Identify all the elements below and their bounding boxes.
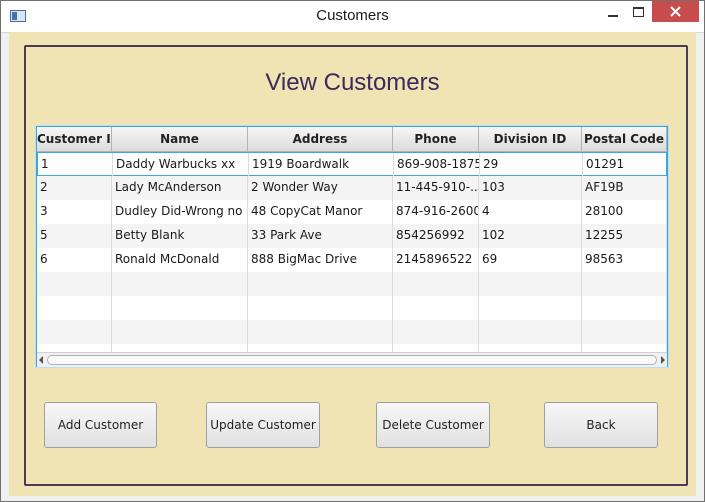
content-pane: View Customers Customer ID Name Address … xyxy=(9,32,696,496)
table-row[interactable]: 3 Dudley Did-Wrong no 48 CopyCat Manor 8… xyxy=(37,200,667,224)
title-bar[interactable]: Customers xyxy=(1,1,704,33)
back-button[interactable]: Back xyxy=(544,402,658,448)
cell-postal-code: 28100 xyxy=(582,200,667,224)
cell-phone: 869-908-1875 xyxy=(394,153,480,177)
cell-name: Dudley Did-Wrong no xyxy=(112,200,248,224)
scroll-right-icon[interactable] xyxy=(661,356,665,364)
cell-address: 33 Park Ave xyxy=(248,224,393,248)
maximize-icon[interactable] xyxy=(622,1,656,25)
delete-customer-button[interactable]: Delete Customer xyxy=(376,402,490,448)
cell-customer-id: 6 xyxy=(37,248,112,272)
cell-division-id: 4 xyxy=(479,200,582,224)
close-icon[interactable] xyxy=(652,1,699,22)
scrollbar-thumb[interactable] xyxy=(47,355,657,365)
scroll-left-icon[interactable] xyxy=(39,356,43,364)
table-row[interactable]: 1 Daddy Warbucks xx 1919 Boardwalk 869-9… xyxy=(37,152,667,177)
table-row[interactable]: 5 Betty Blank 33 Park Ave 854256992 102 … xyxy=(37,224,667,248)
customers-table[interactable]: Customer ID Name Address Phone Division … xyxy=(36,126,668,367)
cell-name: Daddy Warbucks xx xyxy=(113,153,249,177)
cell-division-id: 29 xyxy=(480,153,583,177)
cell-division-id: 69 xyxy=(479,248,582,272)
cell-postal-code: 12255 xyxy=(582,224,667,248)
table-row[interactable]: 6 Ronald McDonald 888 BigMac Drive 21458… xyxy=(37,248,667,272)
cell-postal-code: 98563 xyxy=(582,248,667,272)
cell-address: 48 CopyCat Manor xyxy=(248,200,393,224)
column-header-phone[interactable]: Phone xyxy=(393,127,479,151)
column-header-address[interactable]: Address xyxy=(248,127,393,151)
empty-row xyxy=(37,272,667,296)
column-header-name[interactable]: Name xyxy=(112,127,248,151)
cell-division-id: 103 xyxy=(479,176,582,200)
cell-name: Ronald McDonald xyxy=(112,248,248,272)
cell-customer-id: 1 xyxy=(38,153,113,177)
column-header-division-id[interactable]: Division ID xyxy=(479,127,582,151)
page-title: View Customers xyxy=(265,69,440,96)
cell-address: 2 Wonder Way xyxy=(248,176,393,200)
table-header: Customer ID Name Address Phone Division … xyxy=(37,127,667,152)
cell-customer-id: 3 xyxy=(37,200,112,224)
cell-phone: 854256992 xyxy=(393,224,479,248)
cell-division-id: 102 xyxy=(479,224,582,248)
cell-name: Lady McAnderson xyxy=(112,176,248,200)
empty-row xyxy=(37,320,667,344)
cell-name: Betty Blank xyxy=(112,224,248,248)
customers-window: Customers View Customers Customer ID Nam… xyxy=(0,0,705,502)
horizontal-scrollbar[interactable] xyxy=(37,352,667,367)
add-customer-button[interactable]: Add Customer xyxy=(44,402,157,448)
table-row[interactable]: 2 Lady McAnderson 2 Wonder Way 11-445-91… xyxy=(37,176,667,200)
empty-row xyxy=(37,344,667,352)
table-body: 1 Daddy Warbucks xx 1919 Boardwalk 869-9… xyxy=(37,152,667,352)
cell-address: 888 BigMac Drive xyxy=(248,248,393,272)
column-header-customer-id[interactable]: Customer ID xyxy=(37,127,112,151)
update-customer-button[interactable]: Update Customer xyxy=(206,402,320,448)
cell-phone: 11-445-910-... xyxy=(393,176,479,200)
cell-phone: 2145896522 xyxy=(393,248,479,272)
cell-customer-id: 2 xyxy=(37,176,112,200)
cell-postal-code: AF19B xyxy=(582,176,667,200)
cell-phone: 874-916-2600 xyxy=(393,200,479,224)
empty-row xyxy=(37,296,667,320)
cell-address: 1919 Boardwalk xyxy=(249,153,394,177)
cell-customer-id: 5 xyxy=(37,224,112,248)
cell-postal-code: 01291 xyxy=(583,153,667,177)
column-header-postal-code[interactable]: Postal Code xyxy=(582,127,667,151)
